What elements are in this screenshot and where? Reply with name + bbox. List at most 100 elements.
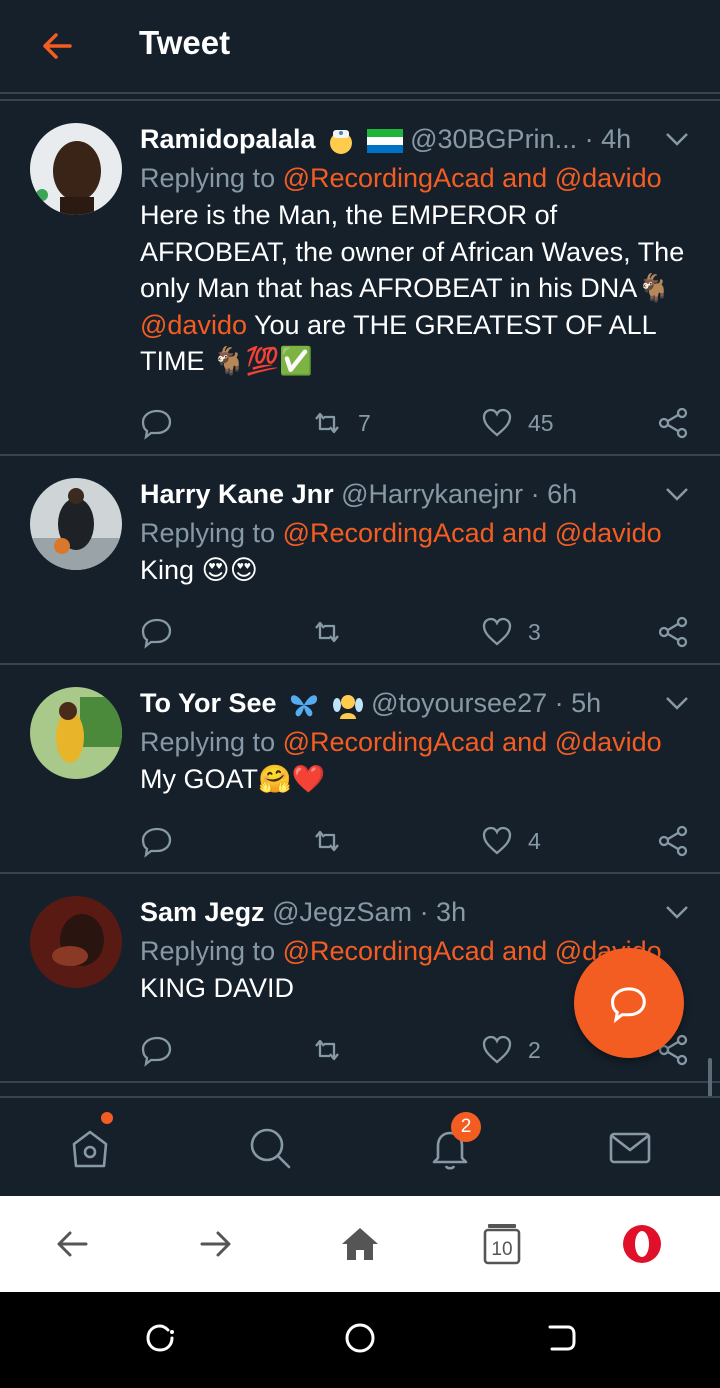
like-count: 4 — [528, 827, 541, 854]
retweet-button[interactable] — [310, 612, 358, 652]
tweet-header: To Yor See @toyoursee27 · 5h — [140, 683, 700, 723]
retweet-icon — [315, 830, 339, 852]
app-header: Tweet — [0, 0, 720, 94]
reply-icon — [610, 987, 646, 1023]
butterfly-emoji-icon — [290, 695, 318, 717]
tweet-item[interactable]: To Yor See @toyoursee27 · 5h Replying to… — [0, 665, 720, 874]
reply-button[interactable] — [140, 1030, 174, 1070]
avatar[interactable] — [30, 123, 122, 215]
recents-icon[interactable] — [140, 1318, 180, 1358]
user-handle[interactable]: @Harrykanejnr — [341, 479, 523, 509]
flag-sierra-leone-icon — [366, 128, 403, 153]
reply-icon — [141, 409, 172, 440]
retweet-icon — [315, 621, 339, 643]
tweet-header: Sam Jegz @JegzSam · 3h — [140, 892, 700, 932]
mention-link[interactable]: @RecordingAcad — [283, 518, 495, 548]
mention-link[interactable]: @davido — [555, 518, 662, 548]
tweet-item[interactable]: Harry Kane Jnr @Harrykanejnr · 6h Replyi… — [0, 456, 720, 665]
browser-back-icon[interactable] — [48, 1220, 96, 1268]
like-count: 45 — [528, 409, 554, 436]
replying-to: Replying to @RecordingAcad and @davido — [140, 159, 700, 197]
replying-to: Replying to @RecordingAcad and @davido — [140, 514, 700, 552]
mention-link[interactable]: @davido — [555, 163, 662, 193]
home-icon[interactable] — [66, 1124, 114, 1172]
tweet-actions: 4 — [140, 821, 690, 861]
avatar[interactable] — [30, 896, 122, 988]
browser-forward-icon[interactable] — [192, 1220, 240, 1268]
bottom-tab-bar: 2 — [0, 1096, 720, 1196]
tweet-actions: 3 — [140, 612, 690, 652]
reply-button[interactable] — [140, 612, 174, 652]
notifications-badge: 2 — [451, 1112, 481, 1142]
reply-icon — [141, 1036, 172, 1067]
system-nav-bar — [0, 1292, 720, 1388]
retweet-count: 7 — [358, 409, 371, 436]
chevron-down-icon[interactable] — [664, 484, 690, 504]
user-handle[interactable]: @toyoursee27 — [371, 688, 547, 718]
replying-label: Replying to — [140, 936, 283, 966]
like-button[interactable]: 2 — [480, 1030, 541, 1070]
opera-menu-icon[interactable] — [618, 1220, 666, 1268]
mention-link[interactable]: @davido — [555, 727, 662, 757]
mail-icon[interactable] — [606, 1124, 654, 1172]
home-button-icon[interactable] — [340, 1318, 380, 1358]
fairy-emoji-icon — [332, 694, 363, 719]
mention-link[interactable]: @RecordingAcad — [283, 163, 495, 193]
mention-link[interactable]: @davido — [140, 310, 247, 340]
tweet-text: King 😍😍 — [140, 555, 258, 585]
share-button[interactable] — [656, 403, 690, 443]
display-name[interactable]: To Yor See — [140, 688, 277, 718]
like-button[interactable]: 4 — [480, 821, 541, 861]
page-title: Tweet — [139, 24, 231, 61]
chevron-down-icon[interactable] — [664, 693, 690, 713]
retweet-button[interactable] — [310, 821, 358, 861]
share-icon — [658, 825, 688, 857]
like-button[interactable]: 3 — [480, 612, 541, 652]
chevron-down-icon[interactable] — [664, 902, 690, 922]
avatar[interactable] — [30, 687, 122, 779]
share-button[interactable] — [656, 821, 690, 861]
search-icon[interactable] — [246, 1124, 294, 1172]
like-button[interactable]: 45 — [480, 403, 554, 443]
heart-icon — [482, 826, 512, 855]
user-handle[interactable]: @JegzSam — [272, 897, 412, 927]
reply-button[interactable] — [140, 403, 174, 443]
and-label: and — [494, 727, 555, 757]
tweet-time: · 5h — [554, 688, 602, 718]
share-icon — [658, 407, 688, 439]
tweet-time: · 6h — [530, 479, 578, 509]
replying-label: Replying to — [140, 163, 283, 193]
user-handle[interactable]: @30BGPrin... — [410, 124, 577, 154]
back-button-icon[interactable] — [540, 1318, 580, 1358]
mention-link[interactable]: @RecordingAcad — [283, 727, 495, 757]
display-name[interactable]: Harry Kane Jnr — [140, 479, 334, 509]
compose-reply-button[interactable] — [574, 948, 684, 1058]
and-label: and — [494, 936, 555, 966]
browser-toolbar — [0, 1196, 720, 1292]
like-count: 2 — [528, 1036, 541, 1063]
browser-home-icon[interactable] — [336, 1220, 384, 1268]
retweet-button[interactable]: 7 — [310, 403, 371, 443]
mention-link[interactable]: @RecordingAcad — [283, 936, 495, 966]
retweet-button[interactable] — [310, 1030, 358, 1070]
chevron-down-icon[interactable] — [664, 129, 690, 149]
arrow-left-icon[interactable] — [36, 24, 80, 68]
tweet-header: Ramidopalala @30BGPrin... · 4h — [140, 119, 700, 159]
share-button[interactable] — [656, 612, 690, 652]
replying-to: Replying to @RecordingAcad and @davido — [140, 723, 700, 761]
replying-label: Replying to — [140, 518, 283, 548]
reply-button[interactable] — [140, 821, 174, 861]
tweet-text: My GOAT🤗❤️ — [140, 764, 326, 794]
tweet-item[interactable]: Ramidopalala @30BGPrin... · 4h Replying … — [0, 101, 720, 456]
reply-icon — [141, 827, 172, 858]
heart-icon — [482, 617, 512, 646]
tweet-actions: 7 45 — [140, 403, 690, 443]
tabs-icon[interactable]: 10 — [482, 1222, 522, 1266]
avatar[interactable] — [30, 478, 122, 570]
display-name[interactable]: Ramidopalala — [140, 124, 316, 154]
heart-icon — [482, 1035, 512, 1064]
display-name[interactable]: Sam Jegz — [140, 897, 265, 927]
tweet-text: Here is the Man, the EMPEROR of AFROBEAT… — [140, 197, 700, 380]
retweet-icon — [315, 412, 339, 434]
tweet-body: Here is the Man, the EMPEROR of AFROBEAT… — [140, 200, 685, 303]
